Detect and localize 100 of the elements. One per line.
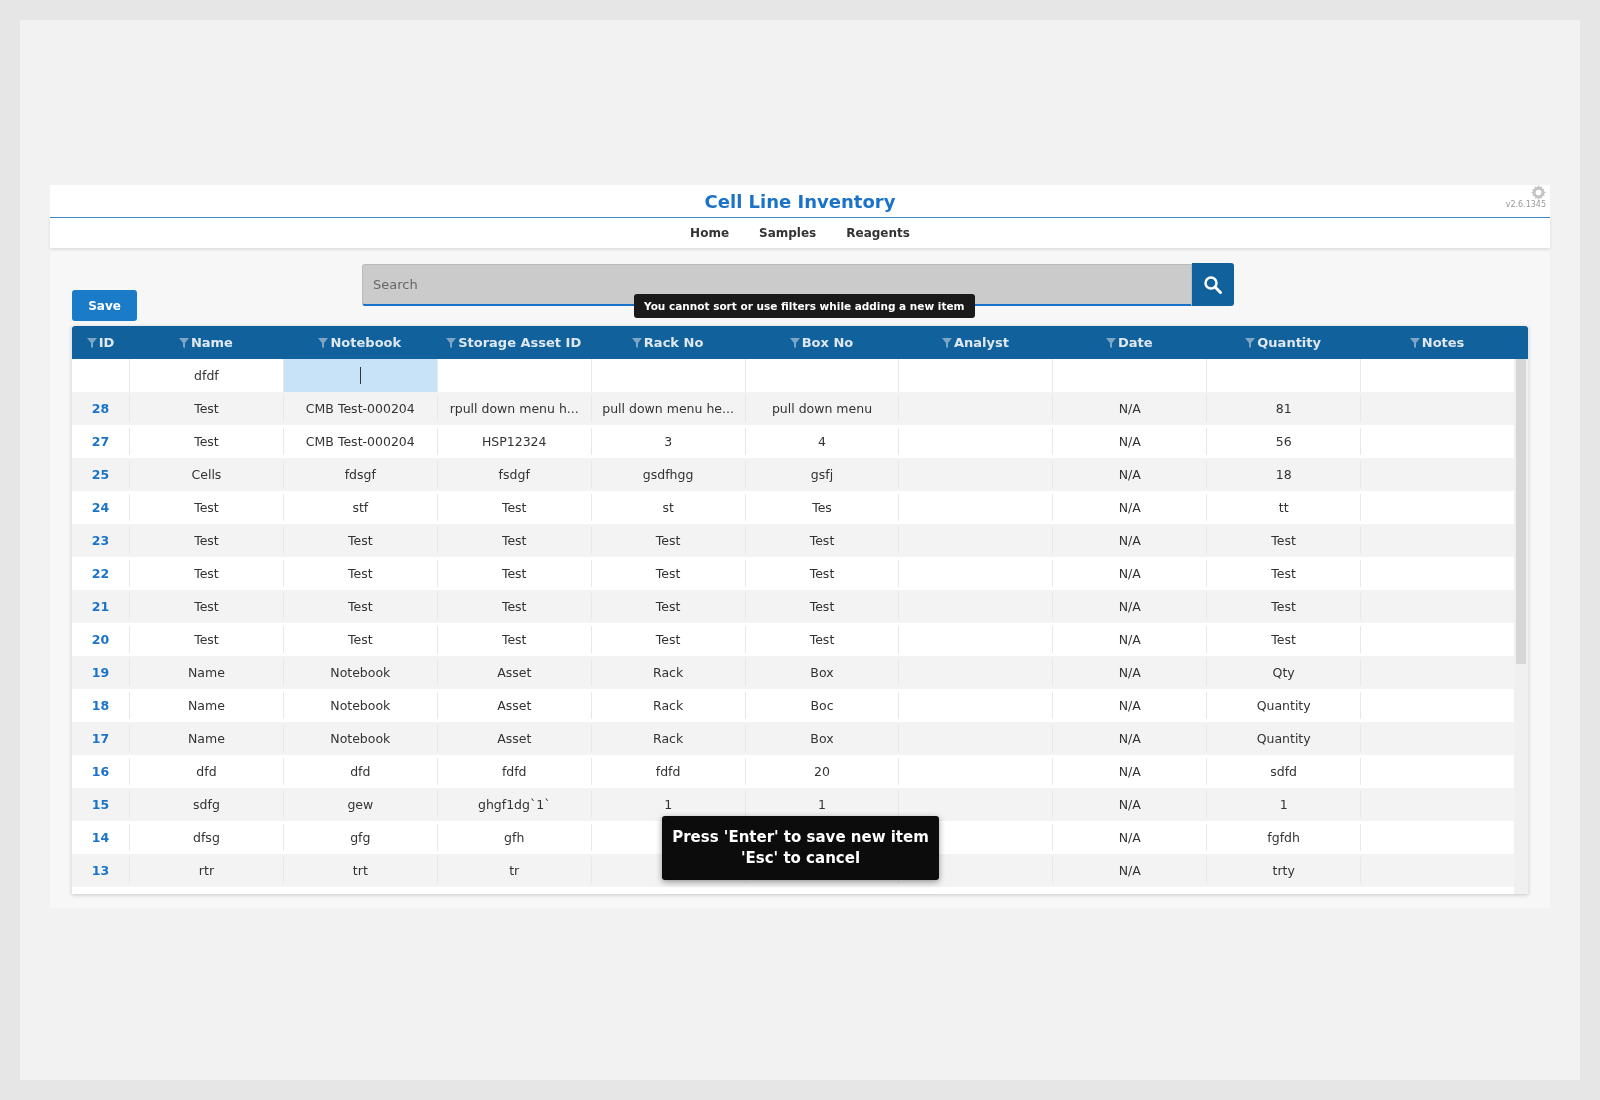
table-cell: Notebook xyxy=(330,731,391,746)
table-cell: Test xyxy=(655,533,681,548)
table-cell: Test xyxy=(194,632,219,647)
table-cell: N/A xyxy=(1118,698,1141,713)
table-cell: Name xyxy=(188,665,225,680)
table-cell: N/A xyxy=(1118,401,1141,416)
table-cell: 1 xyxy=(1279,797,1288,812)
row-id: 25 xyxy=(91,467,110,482)
table-cell: gsdfhgg xyxy=(642,467,694,482)
table-cell: Test xyxy=(655,599,681,614)
table-cell: Test xyxy=(1271,599,1296,614)
row-id: 28 xyxy=(91,401,110,416)
table-cell: gfg xyxy=(350,830,371,845)
table-cell: 3 xyxy=(664,434,673,449)
table-cell: N/A xyxy=(1118,599,1141,614)
table-cell: CMB Test-000204 xyxy=(305,434,415,449)
table-cell: dfd xyxy=(196,764,217,779)
table-cell: N/A xyxy=(1118,632,1141,647)
table-cell: ghgf1dg`1` xyxy=(477,797,551,812)
table-cell: 20 xyxy=(814,764,830,779)
table-cell: tt xyxy=(1278,500,1289,515)
table-cell: gsfj xyxy=(810,467,834,482)
table-cell: Test xyxy=(348,632,373,647)
table-cell: Tes xyxy=(812,500,832,515)
table-cell: Quantity xyxy=(1256,698,1311,713)
table-cell: tr xyxy=(509,863,520,878)
row-id: 19 xyxy=(91,665,110,680)
table-cell: Name xyxy=(188,698,225,713)
row-id: 23 xyxy=(91,533,110,548)
table-cell: Test xyxy=(501,533,527,548)
table-cell: st xyxy=(662,500,674,515)
row-id: 13 xyxy=(91,863,110,878)
table-cell: Rack xyxy=(653,698,684,713)
table-cell: Rack xyxy=(653,731,684,746)
table-cell: sdfg xyxy=(193,797,220,812)
table-cell: 1 xyxy=(818,797,826,812)
row-id: 17 xyxy=(91,731,110,746)
table-cell: Test xyxy=(809,533,835,548)
table-cell: rpull down menu h... xyxy=(449,401,579,416)
table-cell: gfh xyxy=(504,830,525,845)
table-cell: dfd xyxy=(350,764,371,779)
table-cell: Test xyxy=(348,599,373,614)
table-cell: N/A xyxy=(1118,533,1141,548)
table-cell: 4 xyxy=(818,434,826,449)
table-cell: fgfdh xyxy=(1267,830,1300,845)
version-label: v2.6.1345 xyxy=(1505,200,1546,209)
table-cell: HSP12324 xyxy=(481,434,547,449)
row-id: 22 xyxy=(91,566,110,581)
tooltip: Press 'Enter' to save new item 'Esc' to cancel xyxy=(662,816,939,880)
table-cell: rtr xyxy=(198,863,215,878)
row-id: 16 xyxy=(91,764,110,779)
table-cell: fdfd xyxy=(501,764,527,779)
tooltip: You cannot sort or use filters while adding a new item xyxy=(634,294,975,318)
table-cell: N/A xyxy=(1118,731,1141,746)
table-cell: Notebook xyxy=(330,665,391,680)
table-cell: Rack xyxy=(653,665,684,680)
table-cell: N/A xyxy=(1118,797,1141,812)
row-id: 20 xyxy=(91,632,110,647)
table-cell: pull down menu xyxy=(771,401,873,416)
table-cell: Box xyxy=(810,731,834,746)
table-cell: 56 xyxy=(1275,434,1292,449)
table-cell: Test xyxy=(501,566,527,581)
table-cell: Test xyxy=(348,533,373,548)
row-id: 15 xyxy=(91,797,110,812)
row-id: 18 xyxy=(91,698,110,713)
table-cell: Test xyxy=(194,500,219,515)
table-cell: Test xyxy=(194,434,219,449)
table-cell: 18 xyxy=(1275,467,1292,482)
app-title: Cell Line Inventory xyxy=(704,190,896,212)
table-cell: N/A xyxy=(1118,467,1141,482)
table-cell: Test xyxy=(501,632,527,647)
table-cell: CMB Test-000204 xyxy=(305,401,415,416)
row-id: 24 xyxy=(91,500,110,515)
table-cell: Test xyxy=(655,632,681,647)
table-cell: Test xyxy=(809,566,835,581)
table-cell: Box xyxy=(810,665,834,680)
table-cell: Asset xyxy=(497,731,532,746)
table-cell: trt xyxy=(352,863,368,878)
table-cell: dfsg xyxy=(193,830,220,845)
table-cell: Name xyxy=(188,731,225,746)
table-cell: Cells xyxy=(191,467,222,482)
table-cell: Boc xyxy=(810,698,834,713)
table-cell: N/A xyxy=(1118,764,1141,779)
table-cell: N/A xyxy=(1118,566,1141,581)
row-id: 21 xyxy=(91,599,110,614)
table-cell: gew xyxy=(347,797,374,812)
table-cell: Test xyxy=(348,566,373,581)
table-cell: Test xyxy=(1271,533,1296,548)
table-cell: Test xyxy=(501,599,527,614)
table-cell: fsdgf xyxy=(498,467,530,482)
table-cell: Test xyxy=(194,599,219,614)
table-cell: Test xyxy=(194,533,219,548)
table-cell: Qty xyxy=(1272,665,1295,680)
table-cell: stf xyxy=(352,500,369,515)
table-cell: 1 xyxy=(664,797,673,812)
table-cell: Test xyxy=(655,566,681,581)
table-cell: Asset xyxy=(497,698,532,713)
table-cell: N/A xyxy=(1118,863,1141,878)
table-cell: Test xyxy=(809,599,835,614)
table-cell: 81 xyxy=(1275,401,1292,416)
